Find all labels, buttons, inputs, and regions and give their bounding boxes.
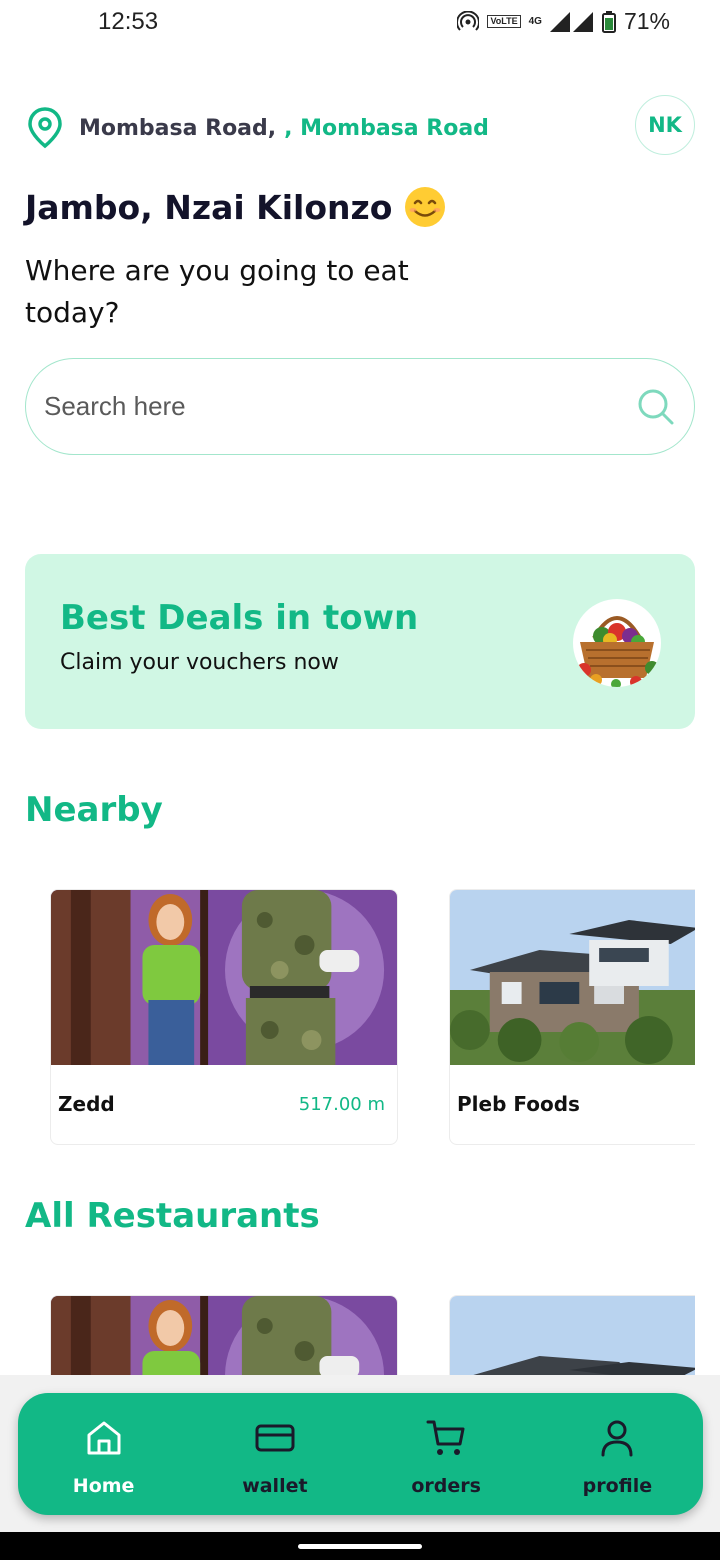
location-primary-text: Mombasa Road, [79, 115, 277, 141]
restaurant-card-zedd[interactable]: Zedd 517.00 m [50, 889, 398, 1145]
restaurant-image [450, 890, 695, 1065]
subheading: Where are you going to eat today? [25, 254, 409, 329]
status-bar: 12:53 VoLTE 4G 71% [0, 0, 720, 44]
deals-title: Best Deals in town [60, 598, 419, 638]
signal-icon [549, 11, 593, 32]
status-icons: VoLTE 4G 71% [457, 8, 670, 35]
restaurant-card[interactable] [449, 1295, 695, 1375]
greeting-heading: Jambo, Nzai Kilonzo [25, 186, 446, 228]
restaurant-distance: 517.00 m [298, 1094, 385, 1115]
vegetable-basket-image [573, 599, 661, 687]
nearby-title: Nearby [25, 790, 163, 830]
nav-home-label: Home [72, 1475, 135, 1497]
restaurant-card-pleb-foods[interactable]: Pleb Foods [449, 889, 695, 1145]
location-secondary-text: , Mombasa Road [284, 115, 489, 141]
hotspot-icon [457, 10, 480, 31]
nav-profile[interactable]: profile [532, 1393, 703, 1515]
home-gesture-pill[interactable] [298, 1544, 422, 1549]
search-icon[interactable] [636, 387, 676, 427]
nav-profile-label: profile [582, 1475, 653, 1497]
battery-icon [601, 10, 616, 33]
wallet-icon [255, 1424, 295, 1452]
restaurant-card[interactable] [50, 1295, 398, 1375]
nav-wallet[interactable]: wallet [189, 1393, 360, 1515]
restaurant-name: Pleb Foods [457, 1092, 580, 1116]
volte-badge: VoLTE [487, 15, 521, 28]
deals-banner[interactable]: Best Deals in town Claim your vouchers n… [25, 554, 695, 729]
smiley-emoji-icon [405, 187, 446, 227]
home-icon [87, 1421, 121, 1455]
bottom-nav: Home wallet orders profile [18, 1393, 703, 1515]
system-nav-bar [0, 1532, 720, 1560]
restaurant-name: Zedd [58, 1092, 115, 1116]
cart-icon [426, 1420, 465, 1455]
nearby-list: Zedd 517.00 m Pleb Foods [25, 889, 695, 1149]
network-type-label: 4G [528, 15, 542, 27]
restaurant-image [51, 1296, 397, 1375]
restaurant-image [51, 890, 397, 1065]
all-restaurants-title: All Restaurants [25, 1196, 320, 1236]
battery-percent: 71% [623, 8, 670, 34]
nav-wallet-label: wallet [242, 1475, 308, 1497]
search-input[interactable] [44, 391, 636, 422]
greeting-text: Jambo, Nzai Kilonzo [25, 187, 393, 227]
location-pin-icon [28, 107, 62, 149]
nav-orders[interactable]: orders [361, 1393, 532, 1515]
avatar[interactable]: NK [635, 95, 695, 155]
status-time: 12:53 [98, 8, 159, 35]
location-selector[interactable]: Mombasa Road, , Mombasa Road NK [25, 95, 695, 156]
nav-orders-label: orders [411, 1475, 481, 1497]
search-bar [25, 358, 695, 455]
all-restaurants-list [25, 1295, 695, 1375]
deals-subtitle: Claim your vouchers now [60, 650, 339, 675]
restaurant-image [450, 1296, 695, 1375]
nav-home[interactable]: Home [18, 1393, 189, 1515]
profile-icon [601, 1420, 633, 1457]
